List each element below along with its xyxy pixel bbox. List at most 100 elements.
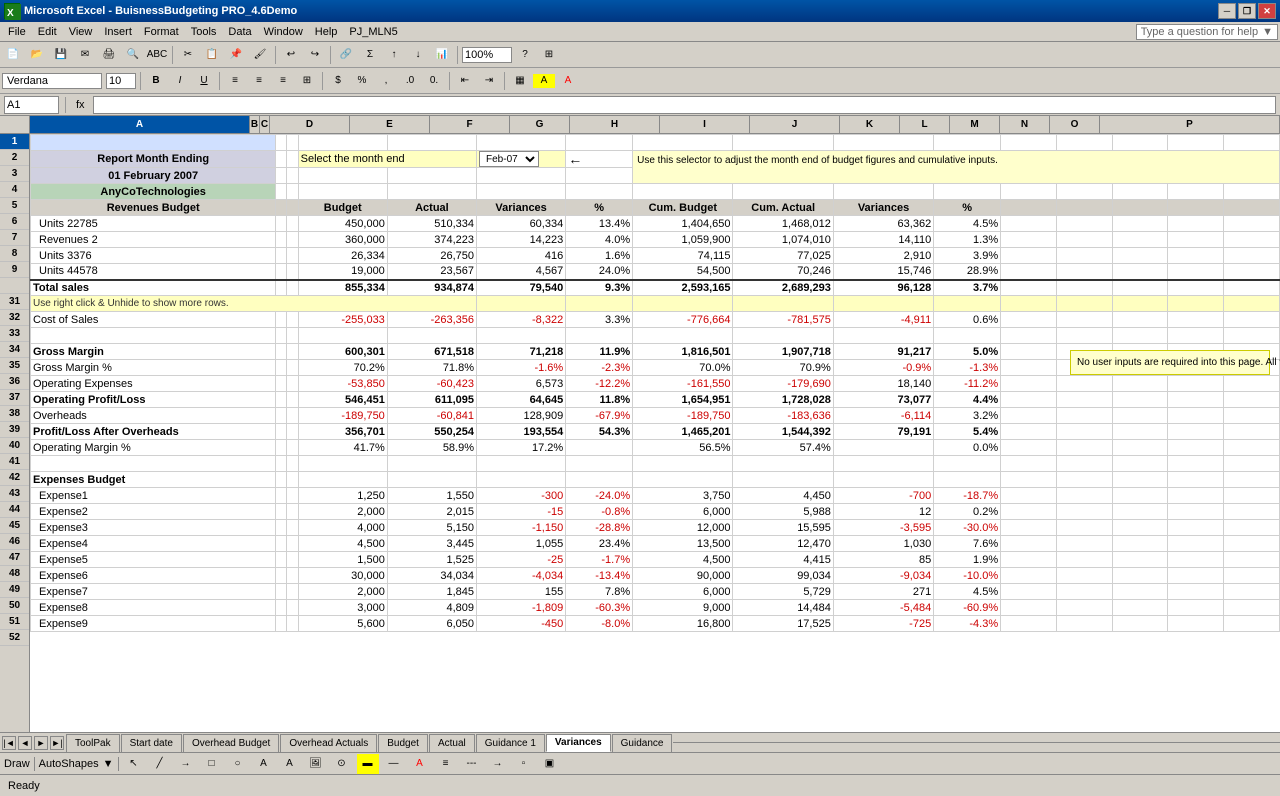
- row-num-35[interactable]: 35: [0, 358, 29, 374]
- bold-button[interactable]: B: [145, 71, 167, 91]
- close-button[interactable]: ✕: [1258, 3, 1276, 19]
- menu-view[interactable]: View: [63, 24, 99, 40]
- row-num-37[interactable]: 37: [0, 390, 29, 406]
- col-header-g[interactable]: G: [510, 116, 570, 133]
- restore-button[interactable]: ❐: [1238, 3, 1256, 19]
- paste-button[interactable]: 📌: [225, 45, 247, 65]
- col-header-h[interactable]: H: [570, 116, 660, 133]
- col-header-c[interactable]: C: [260, 116, 270, 133]
- font-color-button[interactable]: A: [557, 71, 579, 91]
- tab-variances[interactable]: Variances: [546, 734, 611, 752]
- fx-button[interactable]: fx: [72, 99, 89, 111]
- row-num-41[interactable]: 41: [0, 454, 29, 470]
- row-num-51[interactable]: 51: [0, 614, 29, 630]
- tab-start-date[interactable]: Start date: [121, 734, 182, 752]
- inc-decimal-button[interactable]: .0: [399, 71, 421, 91]
- table-row[interactable]: Operating Expenses -53,850 -60,423 6,573…: [31, 376, 1280, 392]
- table-row[interactable]: Revenues 2 360,000 374,223 14,223 4.0% 1…: [31, 232, 1280, 248]
- select-tool[interactable]: ↖: [123, 754, 145, 774]
- formatpainter-button[interactable]: 🖌: [249, 45, 271, 65]
- col-header-m[interactable]: M: [950, 116, 1000, 133]
- redo-button[interactable]: ↪: [304, 45, 326, 65]
- menu-format[interactable]: Format: [138, 24, 185, 40]
- cell-reference-box[interactable]: A1: [4, 96, 59, 114]
- menu-window[interactable]: Window: [258, 24, 309, 40]
- window-controls[interactable]: ─ ❐ ✕: [1218, 3, 1276, 19]
- zoom-help-button[interactable]: ?: [514, 45, 536, 65]
- row-num-40[interactable]: 40: [0, 438, 29, 454]
- arrow-tool[interactable]: →: [175, 754, 197, 774]
- dropdown-arrow-icon[interactable]: ▼: [1262, 26, 1273, 38]
- col-header-f[interactable]: F: [430, 116, 510, 133]
- table-row[interactable]: Expense7 2,000 1,845 155 7.8% 6,000 5,72…: [31, 584, 1280, 600]
- font-name-box[interactable]: Verdana: [2, 73, 102, 89]
- table-row[interactable]: Expense6 30,000 34,034 -4,034 -13.4% 90,…: [31, 568, 1280, 584]
- save-button[interactable]: 💾: [50, 45, 72, 65]
- col-header-b[interactable]: B: [250, 116, 260, 133]
- print-button[interactable]: 🖨: [98, 45, 120, 65]
- row-num-48[interactable]: 48: [0, 566, 29, 582]
- cut-button[interactable]: ✂: [177, 45, 199, 65]
- clipart-tool[interactable]: 🖼: [305, 754, 327, 774]
- col-header-j[interactable]: J: [750, 116, 840, 133]
- menu-insert[interactable]: Insert: [98, 24, 138, 40]
- col-header-o[interactable]: O: [1050, 116, 1100, 133]
- row-num-52[interactable]: 52: [0, 630, 29, 646]
- align-right-button[interactable]: ≡: [272, 71, 294, 91]
- table-row[interactable]: Expense5 1,500 1,525 -25 -1.7% 4,500 4,4…: [31, 552, 1280, 568]
- row-num-9[interactable]: 9: [0, 262, 29, 278]
- menu-file[interactable]: File: [2, 24, 32, 40]
- row-num-33[interactable]: 33: [0, 326, 29, 342]
- table-row[interactable]: Expense1 1,250 1,550 -300 -24.0% 3,750 4…: [31, 488, 1280, 504]
- row-num-32[interactable]: 32: [0, 310, 29, 326]
- rect-tool[interactable]: □: [201, 754, 223, 774]
- tab-budget[interactable]: Budget: [378, 734, 428, 752]
- table-row[interactable]: Operating Profit/Loss 546,451 611,095 64…: [31, 392, 1280, 408]
- table-row[interactable]: Operating Margin % 41.7% 58.9% 17.2% 56.…: [31, 440, 1280, 456]
- table-row[interactable]: Units 44578 19,000 23,567 4,567 24.0% 54…: [31, 264, 1280, 280]
- arrowstyle-btn[interactable]: →: [487, 754, 509, 774]
- tab-actual[interactable]: Actual: [429, 734, 475, 752]
- row-num-43[interactable]: 43: [0, 486, 29, 502]
- sort-desc-button[interactable]: ↓: [407, 45, 429, 65]
- draw-label[interactable]: Draw: [4, 758, 30, 770]
- col-header-a[interactable]: A: [30, 116, 250, 133]
- table-row[interactable]: Total sales 855,334 934,874 79,540 9.3% …: [31, 280, 1280, 296]
- col-header-p[interactable]: P: [1100, 116, 1280, 133]
- dash-btn[interactable]: ---: [461, 754, 483, 774]
- zoom-box[interactable]: 100%: [462, 47, 512, 63]
- undo-button[interactable]: ↩: [280, 45, 302, 65]
- tab-next-btn[interactable]: ►: [34, 736, 48, 750]
- table-row[interactable]: Expense9 5,600 6,050 -450 -8.0% 16,800 1…: [31, 616, 1280, 632]
- row-num-46[interactable]: 46: [0, 534, 29, 550]
- formula-input[interactable]: [93, 96, 1276, 114]
- row-num-2[interactable]: 2: [0, 150, 29, 166]
- menu-help[interactable]: Help: [309, 24, 344, 40]
- merge-button[interactable]: ⊞: [296, 71, 318, 91]
- tab-first-btn[interactable]: |◄: [2, 736, 16, 750]
- col-header-i[interactable]: I: [660, 116, 750, 133]
- hyperlink-button[interactable]: 🔗: [335, 45, 357, 65]
- chart-button[interactable]: 📊: [431, 45, 453, 65]
- format-cells-button[interactable]: ⊞: [538, 45, 560, 65]
- font-size-box[interactable]: 10: [106, 73, 136, 89]
- table-row[interactable]: Expense3 4,000 5,150 -1,150 -28.8% 12,00…: [31, 520, 1280, 536]
- month-select-dropdown[interactable]: Jan-07 Feb-07 Mar-07 Apr-07 May-07 Jun-0…: [479, 151, 539, 167]
- col-header-e[interactable]: E: [350, 116, 430, 133]
- row-num-50[interactable]: 50: [0, 598, 29, 614]
- diagram-tool[interactable]: ⊙: [331, 754, 353, 774]
- row-num-6[interactable]: 6: [0, 214, 29, 230]
- tab-last-btn[interactable]: ►|: [50, 736, 64, 750]
- row-num-1[interactable]: 1: [0, 134, 29, 150]
- row-num-3[interactable]: 3: [0, 166, 29, 182]
- row-num-8[interactable]: 8: [0, 246, 29, 262]
- tab-nav[interactable]: |◄ ◄ ► ►|: [0, 734, 66, 752]
- email-button[interactable]: ✉: [74, 45, 96, 65]
- currency-button[interactable]: $: [327, 71, 349, 91]
- copy-button[interactable]: 📋: [201, 45, 223, 65]
- wordart-tool[interactable]: A: [279, 754, 301, 774]
- tab-toolpak[interactable]: ToolPak: [66, 734, 120, 752]
- indent-dec-button[interactable]: ⇤: [454, 71, 476, 91]
- table-row[interactable]: Expense4 4,500 3,445 1,055 23.4% 13,500 …: [31, 536, 1280, 552]
- textbox-tool[interactable]: A: [253, 754, 275, 774]
